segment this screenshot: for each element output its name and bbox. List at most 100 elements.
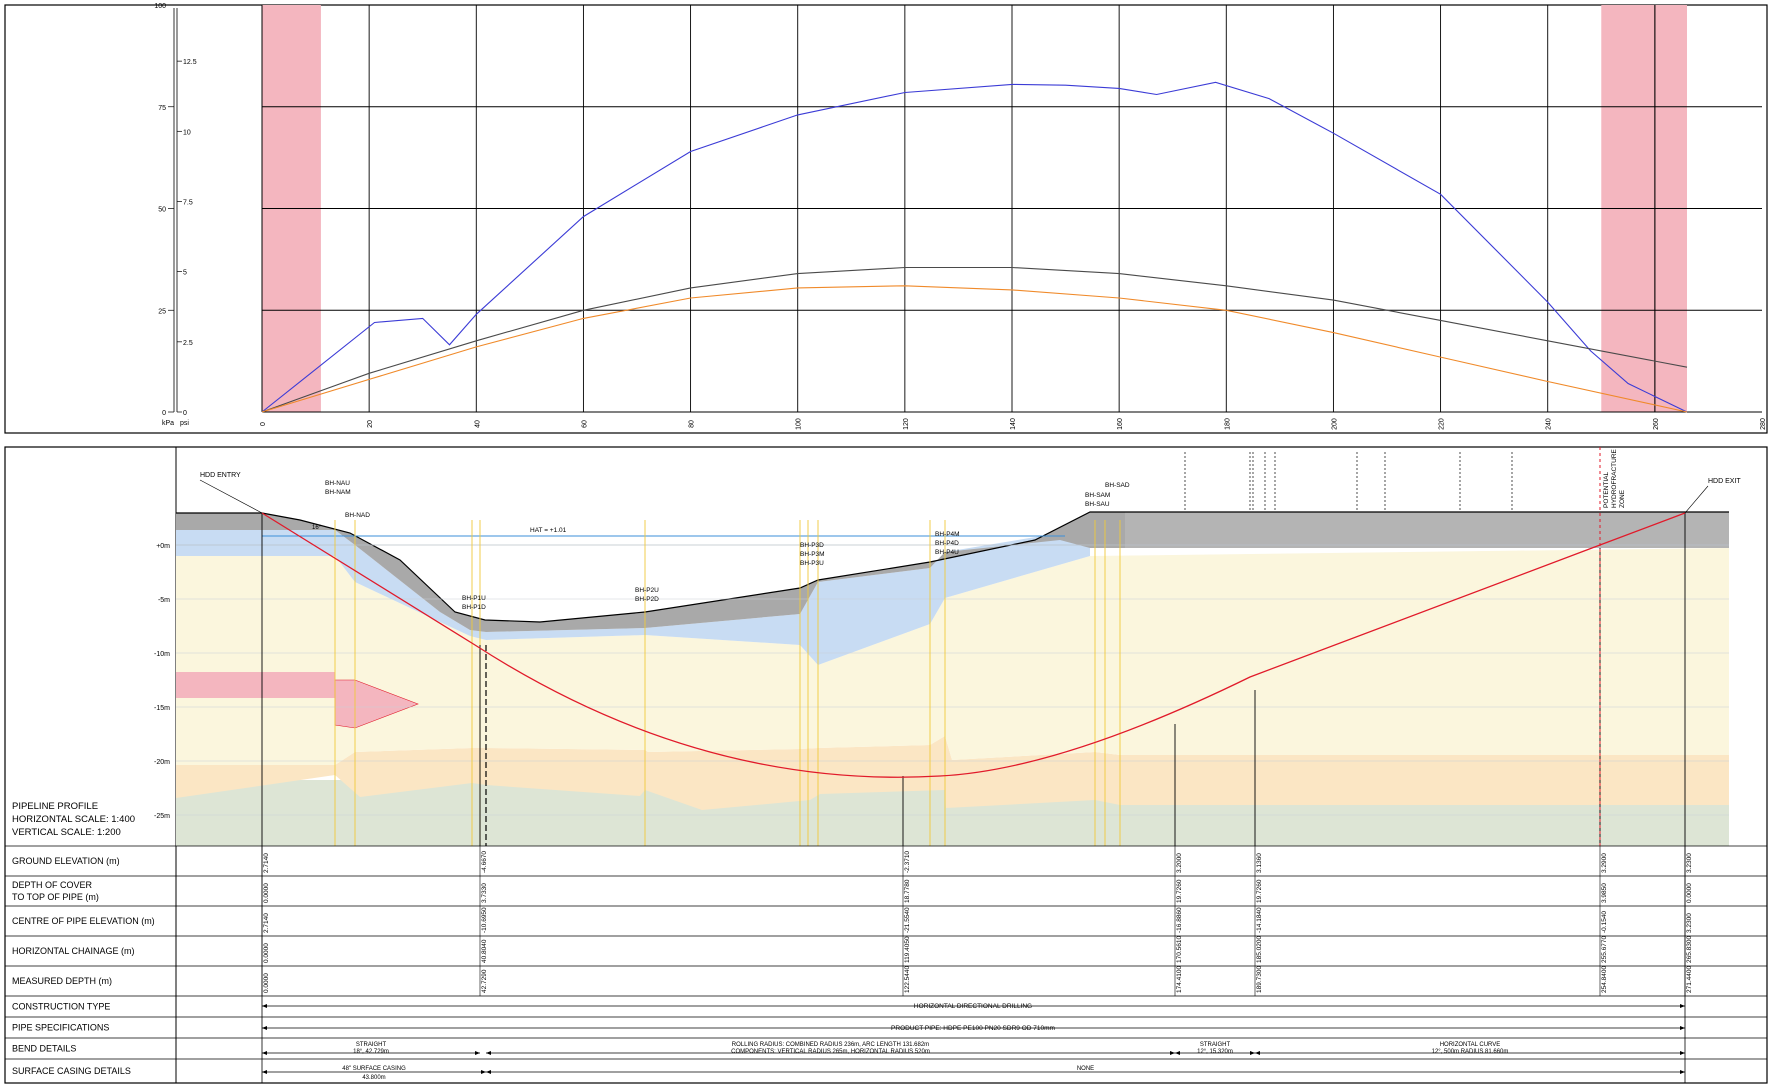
- bend-detail-line1: ROLLING RADIUS: COMBINED RADIUS 236m, AR…: [732, 1042, 929, 1048]
- x-tick-label: 40: [474, 420, 481, 428]
- pipe-spec-value: PRODUCT PIPE: HDPE PE100 PN20 SDR9 OD 71…: [891, 1025, 1055, 1032]
- psi-tick-label: 7.5: [183, 199, 193, 206]
- table-cell-value: -21.5540: [904, 907, 911, 933]
- x-tick-label: 140: [1010, 418, 1017, 430]
- table-cell-value: 271.4400: [1686, 966, 1693, 993]
- kpa-tick-label: 0: [162, 410, 166, 417]
- x-tick-label: 260: [1653, 418, 1660, 430]
- borehole-label: BH-SAM: [1085, 492, 1110, 499]
- table-cell-value: 3.7330: [481, 883, 488, 903]
- bend-detail-line2: 12°, 500m RADIUS 81.660m: [1432, 1049, 1509, 1055]
- casing-detail-line1: 48" SURFACE CASING: [342, 1066, 406, 1072]
- casing-detail-line2: 43.800m: [362, 1075, 385, 1081]
- hat-label: HAT = +1.01: [530, 527, 567, 534]
- table-cell-value: 18.7780: [904, 879, 911, 903]
- table-cell-value: 3.1360: [1256, 853, 1263, 873]
- table-cell-value: -0.1540: [1601, 911, 1608, 933]
- borehole-label: BH-P3U: [800, 560, 824, 567]
- table-cell-value: -16.8860: [1176, 907, 1183, 933]
- table-cell-value: 119.4050: [904, 936, 911, 963]
- table-cell-value: 0.0000: [263, 943, 270, 963]
- table-cell-value: 2.7140: [263, 913, 270, 933]
- psi-tick-label: 2.5: [183, 340, 193, 347]
- x-tick-label: 100: [796, 418, 803, 430]
- psi-tick-label: 0: [183, 410, 187, 417]
- table-cell-value: 3.2300: [1686, 853, 1693, 873]
- psi-tick-label: 5: [183, 270, 187, 277]
- red-lens-left: [176, 672, 335, 698]
- table-row-label: CENTRE OF PIPE ELEVATION (m): [12, 916, 155, 926]
- borehole-label: BH-SAD: [1105, 482, 1130, 489]
- borehole-label: BH-NAU: [325, 480, 350, 487]
- depth-label: -25m: [154, 813, 170, 820]
- x-tick-label: 0: [260, 422, 267, 426]
- bend-detail-line2: 18°, 42.729m: [353, 1049, 389, 1055]
- table-row-label: GROUND ELEVATION (m): [12, 856, 120, 866]
- pressure-chart: 100 75 50 25 0 12.5 10 7.5 5 2.5 0 kPa psi 0 20 40 60 80 1…: [4, 3, 1768, 434]
- depth-label: -20m: [154, 759, 170, 766]
- table-cell-value: 3.2000: [1176, 853, 1183, 873]
- vertical-scale: VERTICAL SCALE: 1:200: [12, 827, 121, 838]
- borehole-label: BH-NAM: [325, 489, 351, 496]
- borehole-label: BH-P2D: [635, 596, 659, 603]
- fracture-zone-label: ZONE: [1619, 489, 1626, 508]
- table-cell-value: 254.8400: [1601, 966, 1608, 993]
- kpa-tick-label: 25: [158, 308, 166, 315]
- table-cell-value: 170.5610: [1176, 936, 1183, 963]
- borehole-label: BH-P4U: [935, 549, 959, 556]
- profile-title: PIPELINE PROFILE: [12, 801, 98, 812]
- table-cell-value: -4.6670: [481, 851, 488, 873]
- table-cell-value: 3.9850: [1601, 883, 1608, 903]
- table-cell-value: -14.1840: [1256, 907, 1263, 933]
- table-row-label: TO TOP OF PIPE (m): [12, 892, 99, 902]
- kpa-unit-label: kPa: [162, 420, 174, 427]
- table-row-label: HORIZONTAL CHAINAGE (m): [12, 946, 135, 956]
- table-row-label: MEASURED DEPTH (m): [12, 976, 112, 986]
- table-row-label: SURFACE CASING DETAILS: [12, 1066, 131, 1076]
- table-row-label: DEPTH OF COVER: [12, 880, 93, 890]
- depth-label: -10m: [154, 651, 170, 658]
- construction-type-value: HORIZONTAL DIRECTIONAL DRILLING: [914, 1003, 1032, 1010]
- x-tick-label: 80: [689, 420, 696, 428]
- x-tick-label: 180: [1224, 418, 1231, 430]
- table-cell-value: 40.8040: [481, 939, 488, 963]
- table-cell-value: 185.0200: [1256, 936, 1263, 963]
- psi-tick-label: 12.5: [183, 59, 197, 66]
- borehole-label: BH-SAU: [1085, 501, 1110, 508]
- psi-tick-label: 10: [183, 129, 191, 136]
- table-cell-value: 0.0000: [1686, 883, 1693, 903]
- table-cell-value: 2.7140: [263, 853, 270, 873]
- borehole-label: BH-P1U: [462, 595, 486, 602]
- bend-detail-line2: 12°, 15.320m: [1197, 1049, 1233, 1055]
- table-cell-value: 265.8300: [1686, 936, 1693, 963]
- bend-detail-line1: STRAIGHT: [1200, 1042, 1231, 1048]
- x-tick-label: 200: [1331, 418, 1338, 430]
- table-row-label: CONSTRUCTION TYPE: [12, 1002, 110, 1012]
- bend-detail-line2: COMPONENTS: VERTICAL RADIUS 265m, HORIZO…: [731, 1049, 930, 1055]
- kpa-tick-label: 50: [158, 207, 166, 214]
- table-cell-value: 19.7260: [1256, 879, 1263, 903]
- borehole-label: BH-P4D: [935, 540, 959, 547]
- borehole-label: BH-P4M: [935, 531, 960, 538]
- casing-detail-line1: NONE: [1077, 1066, 1094, 1072]
- hdd-exit-label: HDD EXIT: [1708, 478, 1741, 485]
- borehole-label: BH-NAD: [345, 512, 370, 519]
- table-cell-value: 0.0000: [263, 973, 270, 993]
- x-tick-label: 280: [1760, 418, 1767, 430]
- table-cell-value: 3.2900: [1601, 853, 1608, 873]
- table-row-label: BEND DETAILS: [12, 1044, 76, 1054]
- table-cell-value: 122.5440: [904, 966, 911, 993]
- x-tick-label: 160: [1117, 418, 1124, 430]
- entry-angle-label: 16°: [312, 525, 322, 531]
- x-tick-label: 20: [367, 420, 374, 428]
- kpa-tick-label: 75: [158, 105, 166, 112]
- x-tick-label: 60: [581, 420, 588, 428]
- table-cell-value: 174.4100: [1176, 966, 1183, 993]
- table-cell-value: -2.3710: [904, 851, 911, 873]
- depth-label: -15m: [154, 705, 170, 712]
- bend-detail-line1: HORIZONTAL CURVE: [1440, 1042, 1501, 1048]
- psi-unit-label: psi: [180, 420, 189, 427]
- table-cell-value: 3.2300: [1686, 913, 1693, 933]
- table-cell-value: 0.0000: [263, 883, 270, 903]
- borehole-label: BH-P3M: [800, 551, 825, 558]
